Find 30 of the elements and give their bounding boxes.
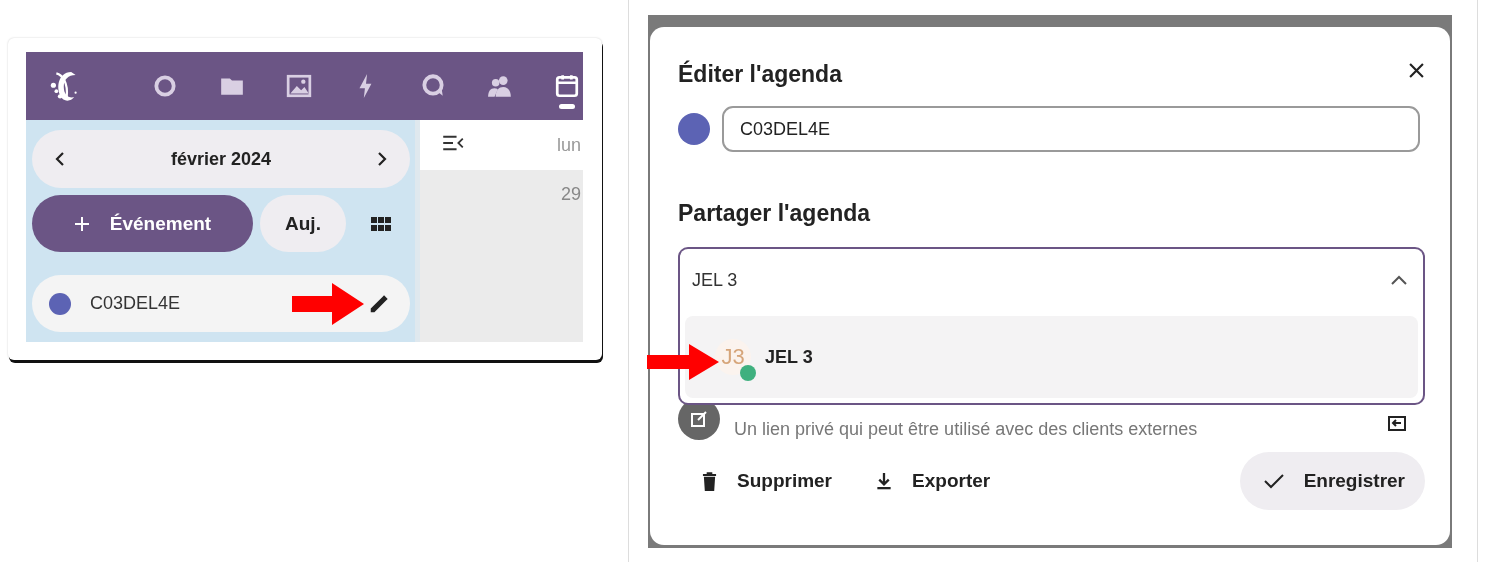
calendar-name: C03DEL4E — [90, 293, 182, 314]
calendar-list-item[interactable]: C03DEL4E — [32, 275, 410, 332]
close-icon[interactable] — [1409, 63, 1424, 78]
download-icon — [876, 471, 893, 491]
chevron-left-icon[interactable] — [54, 151, 66, 167]
private-link-hint: Un lien privé qui peut être utilisé avec des clients externes — [734, 419, 1199, 440]
pointer-arrow-icon — [647, 344, 719, 380]
new-event-button[interactable]: Événement — [32, 195, 253, 252]
plus-icon — [73, 215, 90, 232]
chevron-icon — [1391, 275, 1407, 285]
trash-icon — [702, 471, 717, 491]
menu-icon[interactable] — [442, 135, 464, 151]
chevron-right-icon[interactable] — [376, 151, 388, 167]
grid-icon[interactable] — [371, 216, 391, 231]
pointer-arrow-icon — [292, 283, 364, 325]
user-option[interactable]: J3 JEL 3 — [685, 316, 1418, 398]
dialog-title: Éditer l'agenda — [678, 61, 842, 88]
day-number: 29 — [560, 184, 581, 206]
month-label: février 2024 — [170, 148, 272, 170]
share-combobox[interactable]: JEL 3 — [678, 247, 1425, 311]
save-button[interactable]: Enregistrer — [1239, 452, 1425, 510]
color-picker-dot[interactable] — [678, 113, 710, 145]
delete-button[interactable]: Supprimer — [678, 452, 855, 510]
check-icon — [1263, 473, 1284, 489]
calendar-name-field[interactable]: C03DEL4E — [722, 106, 1420, 152]
user-name: JEL 3 — [765, 346, 813, 368]
section-title: Partager l'agenda — [678, 200, 872, 227]
export-button[interactable]: Exporter — [854, 452, 1013, 510]
today-button[interactable]: Auj. — [260, 195, 346, 252]
day-header: lun — [556, 134, 581, 156]
